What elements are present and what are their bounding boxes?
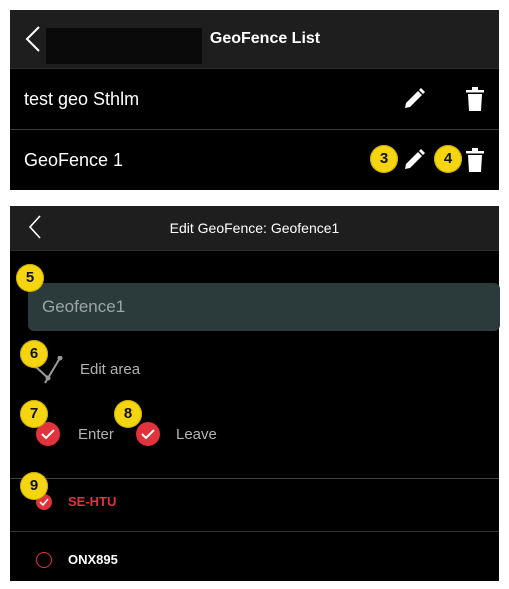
chevron-left-icon bbox=[25, 26, 40, 52]
geofence-name: GeoFence 1 bbox=[24, 150, 124, 170]
delete-geofence-button[interactable] bbox=[466, 87, 484, 111]
annotation-badge-5: 5 bbox=[16, 264, 44, 292]
leave-label: Leave bbox=[176, 426, 217, 443]
vehicle-row[interactable]: ONX895 bbox=[10, 537, 499, 589]
geofence-name: test geo Sthlm bbox=[24, 89, 140, 109]
edit-geofence-button[interactable] bbox=[403, 149, 425, 171]
annotation-badge-9: 9 bbox=[20, 472, 48, 500]
delete-geofence-button[interactable] bbox=[466, 148, 484, 172]
trash-icon bbox=[466, 87, 484, 111]
pencil-icon bbox=[405, 149, 425, 169]
annotation-badge-3: 3 bbox=[370, 145, 398, 173]
trash-icon bbox=[466, 148, 484, 172]
annotation-badge-7: 7 bbox=[20, 400, 48, 428]
vehicle-label: SE-HTU bbox=[68, 494, 117, 509]
page-title: GeoFence List bbox=[209, 30, 321, 47]
edit-geofence-header: Edit GeoFence: Geofence1 bbox=[10, 206, 499, 251]
annotation-badge-4: 4 bbox=[434, 145, 462, 173]
annotation-badge-8: 8 bbox=[114, 400, 142, 428]
geofence-row[interactable]: GeoFence 1 bbox=[10, 130, 499, 190]
edit-geofence-screen: Edit GeoFence: Geofence1 Edit area Enter… bbox=[10, 206, 500, 581]
redacted-area bbox=[46, 28, 202, 64]
vehicle-checkbox[interactable] bbox=[36, 552, 52, 568]
vehicle-label: ONX895 bbox=[68, 552, 118, 567]
checkmark-icon bbox=[141, 429, 155, 440]
edit-area-label: Edit area bbox=[80, 361, 141, 378]
geofence-list-header: GeoFence List bbox=[10, 10, 499, 69]
geofence-name-input[interactable] bbox=[28, 283, 500, 331]
page-title: Edit GeoFence: Geofence1 bbox=[169, 220, 340, 236]
geofence-list-screen: GeoFence List test geo Sthlm GeoFence 1 bbox=[10, 10, 499, 190]
checkmark-icon bbox=[41, 429, 55, 440]
vehicle-row[interactable]: SE-HTU bbox=[10, 479, 499, 532]
leave-checkbox[interactable] bbox=[136, 422, 160, 446]
geofence-row[interactable]: test geo Sthlm bbox=[10, 69, 499, 130]
annotation-badge-6: 6 bbox=[20, 340, 48, 368]
pencil-icon bbox=[405, 88, 425, 108]
enter-label: Enter bbox=[78, 426, 114, 443]
edit-geofence-button[interactable] bbox=[403, 88, 425, 110]
back-button[interactable] bbox=[24, 26, 42, 52]
